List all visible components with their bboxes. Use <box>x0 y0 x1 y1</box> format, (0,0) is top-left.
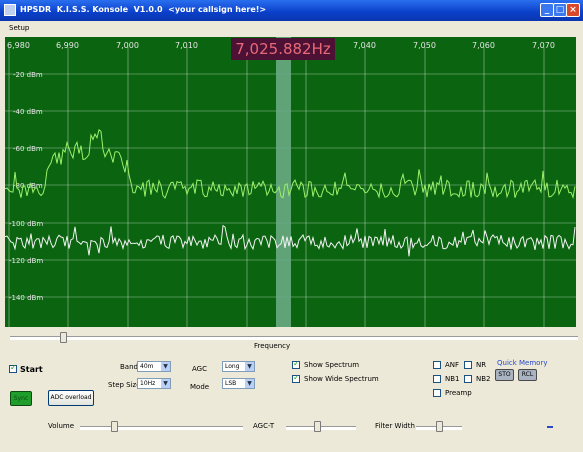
show-wide-spectrum-checkbox[interactable] <box>292 373 300 383</box>
agc-select[interactable]: Long ▼ <box>222 361 255 372</box>
dbm-label: -100 dBm <box>9 220 43 228</box>
filter-width-slider-thumb[interactable] <box>435 421 443 432</box>
show-wide-spectrum-label: Show Wide Spectrum <box>304 375 379 383</box>
chevron-down-icon: ▼ <box>161 362 170 371</box>
nr-label: NR <box>476 361 487 369</box>
chevron-down-icon: ▼ <box>161 379 170 388</box>
agc-label: AGC <box>192 365 207 373</box>
menu-setup[interactable]: Setup <box>9 24 29 32</box>
nb1-checkbox[interactable] <box>433 375 441 383</box>
frequency-readout: 7,025.882Hz <box>231 38 335 60</box>
frequency-tick-label: 7,040 <box>353 41 376 50</box>
step-size-label: Step Size <box>108 381 141 389</box>
chevron-down-icon: ▼ <box>245 362 254 371</box>
preamp-label: Preamp <box>445 389 472 397</box>
dbm-label: -40 dBm <box>13 108 43 116</box>
mode-select[interactable]: LSB ▼ <box>222 378 255 389</box>
maximize-button[interactable]: □ <box>553 3 567 17</box>
volume-label: Volume <box>48 422 75 430</box>
band-select[interactable]: 40m ▼ <box>137 361 171 372</box>
dbm-label: -120 dBm <box>9 257 43 265</box>
frequency-slider-label: Frequency <box>254 342 291 350</box>
adc-overload-button[interactable]: ADC overload <box>48 390 94 406</box>
show-spectrum-checkbox[interactable] <box>292 359 300 369</box>
sync-button[interactable]: Sync <box>10 391 32 406</box>
anf-checkbox[interactable] <box>433 361 441 369</box>
frequency-tick-label: 7,000 <box>116 41 139 50</box>
menu-bar: Setup <box>0 21 583 36</box>
dbm-label: -140 dBm <box>9 294 43 302</box>
nb2-checkbox[interactable] <box>464 375 472 383</box>
spectrum-svg: 6,9806,9907,0007,0107,0207,0307,0407,050… <box>5 37 576 327</box>
frequency-slider-track[interactable] <box>10 336 578 340</box>
start-label: Start <box>20 365 43 374</box>
nr-checkbox[interactable] <box>464 361 472 369</box>
anf-label: ANF <box>445 361 460 369</box>
frequency-tick-label: 7,050 <box>413 41 436 50</box>
filter-width-label: Filter Width <box>375 422 415 430</box>
frequency-tick-label: 6,980 <box>7 41 30 50</box>
nb1-label: NB1 <box>445 375 460 383</box>
minimize-button[interactable]: _ <box>540 3 554 17</box>
frequency-tick-label: 7,010 <box>175 41 198 50</box>
dbm-label: -20 dBm <box>13 71 43 79</box>
start-checkbox[interactable] <box>9 363 17 373</box>
title-bar: HPSDR K.I.S.S. Konsole V1.0.0 <your call… <box>0 0 583 21</box>
show-spectrum-label: Show Spectrum <box>304 361 360 369</box>
volume-slider-thumb[interactable] <box>111 421 119 432</box>
agc-t-label: AGC-T <box>253 422 275 430</box>
nb2-label: NB2 <box>476 375 491 383</box>
band-label: Band <box>120 363 138 371</box>
frequency-slider-thumb[interactable] <box>60 332 68 343</box>
dbm-label: -60 dBm <box>13 145 43 153</box>
frequency-tick-label: 7,060 <box>472 41 495 50</box>
quick-memory-label: Quick Memory <box>497 359 548 367</box>
volume-slider-track[interactable] <box>80 426 243 430</box>
step-size-select[interactable]: 10Hz ▼ <box>137 378 171 389</box>
rcl-button[interactable]: RCL <box>518 369 537 381</box>
filter-passband <box>276 37 291 327</box>
sto-button[interactable]: STO <box>495 369 514 381</box>
window-title: HPSDR K.I.S.S. Konsole V1.0.0 <your call… <box>20 5 267 14</box>
frequency-tick-label: 6,990 <box>56 41 79 50</box>
spectrum-display[interactable]: 6,9806,9907,0007,0107,0207,0307,0407,050… <box>5 37 576 327</box>
chevron-down-icon: ▼ <box>245 379 254 388</box>
close-button[interactable]: × <box>566 3 580 17</box>
preamp-checkbox[interactable] <box>433 389 441 397</box>
agc-t-slider-thumb[interactable] <box>314 421 322 432</box>
frequency-tick-label: 7,070 <box>532 41 555 50</box>
indicator-mark <box>547 426 553 428</box>
mode-label: Mode <box>190 383 210 391</box>
app-icon <box>4 4 16 16</box>
